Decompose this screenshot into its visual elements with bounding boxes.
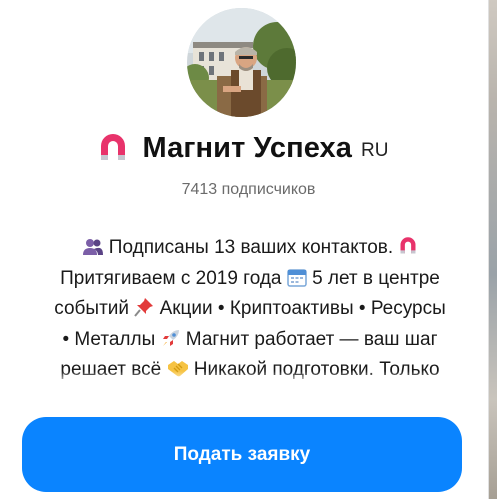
description-text: Подписаны 13 ваших контактов. [108,237,394,258]
description-text: Магнит работает — ваш шаг [185,328,438,350]
channel-avatar[interactable] [187,8,296,117]
description-line: Подписаны 13 ваших контактов. [20,233,480,264]
channel-title-row: Магнит Успеха RU [0,126,497,170]
description-text: Притягиваем с 2019 года [60,267,282,289]
channel-description: Подписаны 13 ваших контактов. Притягивае… [20,233,480,385]
calendar-icon [287,267,307,287]
pushpin-icon [134,297,154,317]
description-text: Акции • Криптоактивы • Ресурсы [159,298,446,319]
avatar-photo [187,8,296,117]
description-fade [20,371,480,385]
channel-title-tag: RU [361,140,389,161]
description-text: 5 лет в центре [312,267,440,289]
people-icon [82,238,104,256]
description-text: событий [54,298,129,319]
background-strip [489,0,497,499]
magnet-icon [398,236,418,256]
subscriber-count: 7413 подписчиков [181,181,316,198]
description-line: событий Акции • Криптоактивы • Ресурсы [20,294,480,325]
join-request-button[interactable]: Подать заявку [22,417,462,492]
channel-title: Магнит Успеха [142,131,353,164]
description-text: • Металлы [62,328,156,350]
description-line: • Металлы Магнит работает — ваш шаг [20,325,480,356]
rocket-icon [161,328,181,348]
magnet-icon [100,134,125,160]
description-line: Притягиваем с 2019 года 5 лет в центре [20,264,480,295]
